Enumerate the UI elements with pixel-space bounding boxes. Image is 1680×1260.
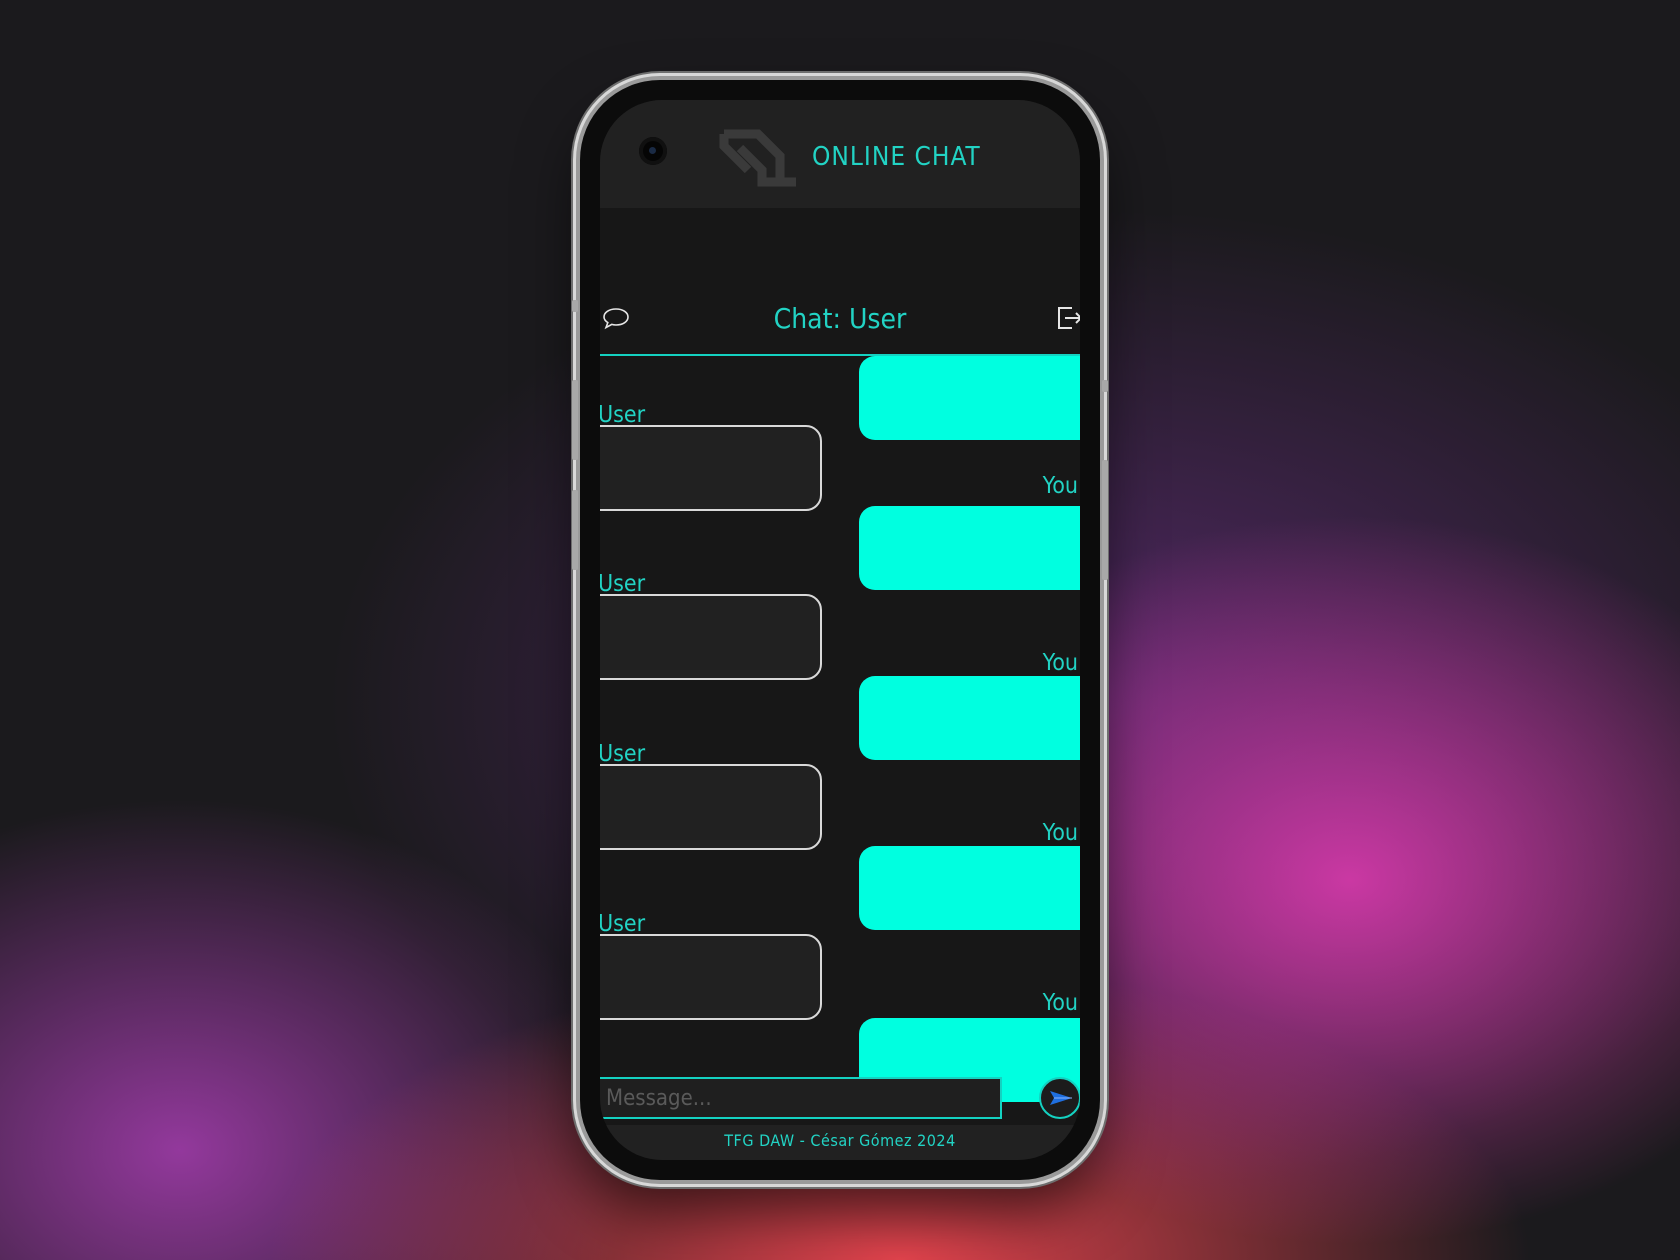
front-camera [639, 137, 667, 165]
phone-volume-down-button [572, 490, 578, 570]
send-arrow-icon [1050, 1091, 1072, 1105]
sender-label-you: You [1042, 650, 1078, 676]
message-bubble-own [859, 676, 1080, 760]
send-button[interactable] [1039, 1077, 1080, 1119]
phone-side-button [572, 300, 578, 312]
message-composer [600, 1077, 1080, 1125]
message-bubble-own [859, 846, 1080, 930]
footer-credit: TFG DAW - César Gómez 2024 [724, 1131, 956, 1150]
logout-icon[interactable] [1056, 304, 1080, 332]
message-bubble-other [600, 934, 822, 1020]
message-bubble-other [600, 594, 822, 680]
message-bubble-own [859, 506, 1080, 590]
message-bubble-other [600, 764, 822, 850]
message-input[interactable] [600, 1077, 1002, 1119]
phone-volume-up-button [572, 380, 578, 460]
chat-header: Chat: User [600, 208, 1080, 356]
message-bubble-other [600, 425, 822, 511]
footer: TFG DAW - César Gómez 2024 [600, 1125, 1080, 1160]
chat-title: Chat: User [773, 302, 907, 335]
app-header: ONLINE CHAT [600, 100, 1080, 208]
sender-label-you: You [1042, 473, 1078, 499]
sender-label-you: You [1042, 820, 1078, 846]
message-bubble-own [859, 356, 1080, 440]
sender-label-you: You [1042, 990, 1078, 1016]
websocket-logo-icon [719, 129, 796, 187]
phone-frame: ONLINE CHAT Chat: User User You User You… [572, 80, 1108, 1180]
phone-power-button [1102, 380, 1108, 392]
phone-screen: ONLINE CHAT Chat: User User You User You… [600, 100, 1080, 1160]
phone-lock-button [1102, 460, 1108, 580]
app-title: ONLINE CHAT [812, 142, 981, 172]
